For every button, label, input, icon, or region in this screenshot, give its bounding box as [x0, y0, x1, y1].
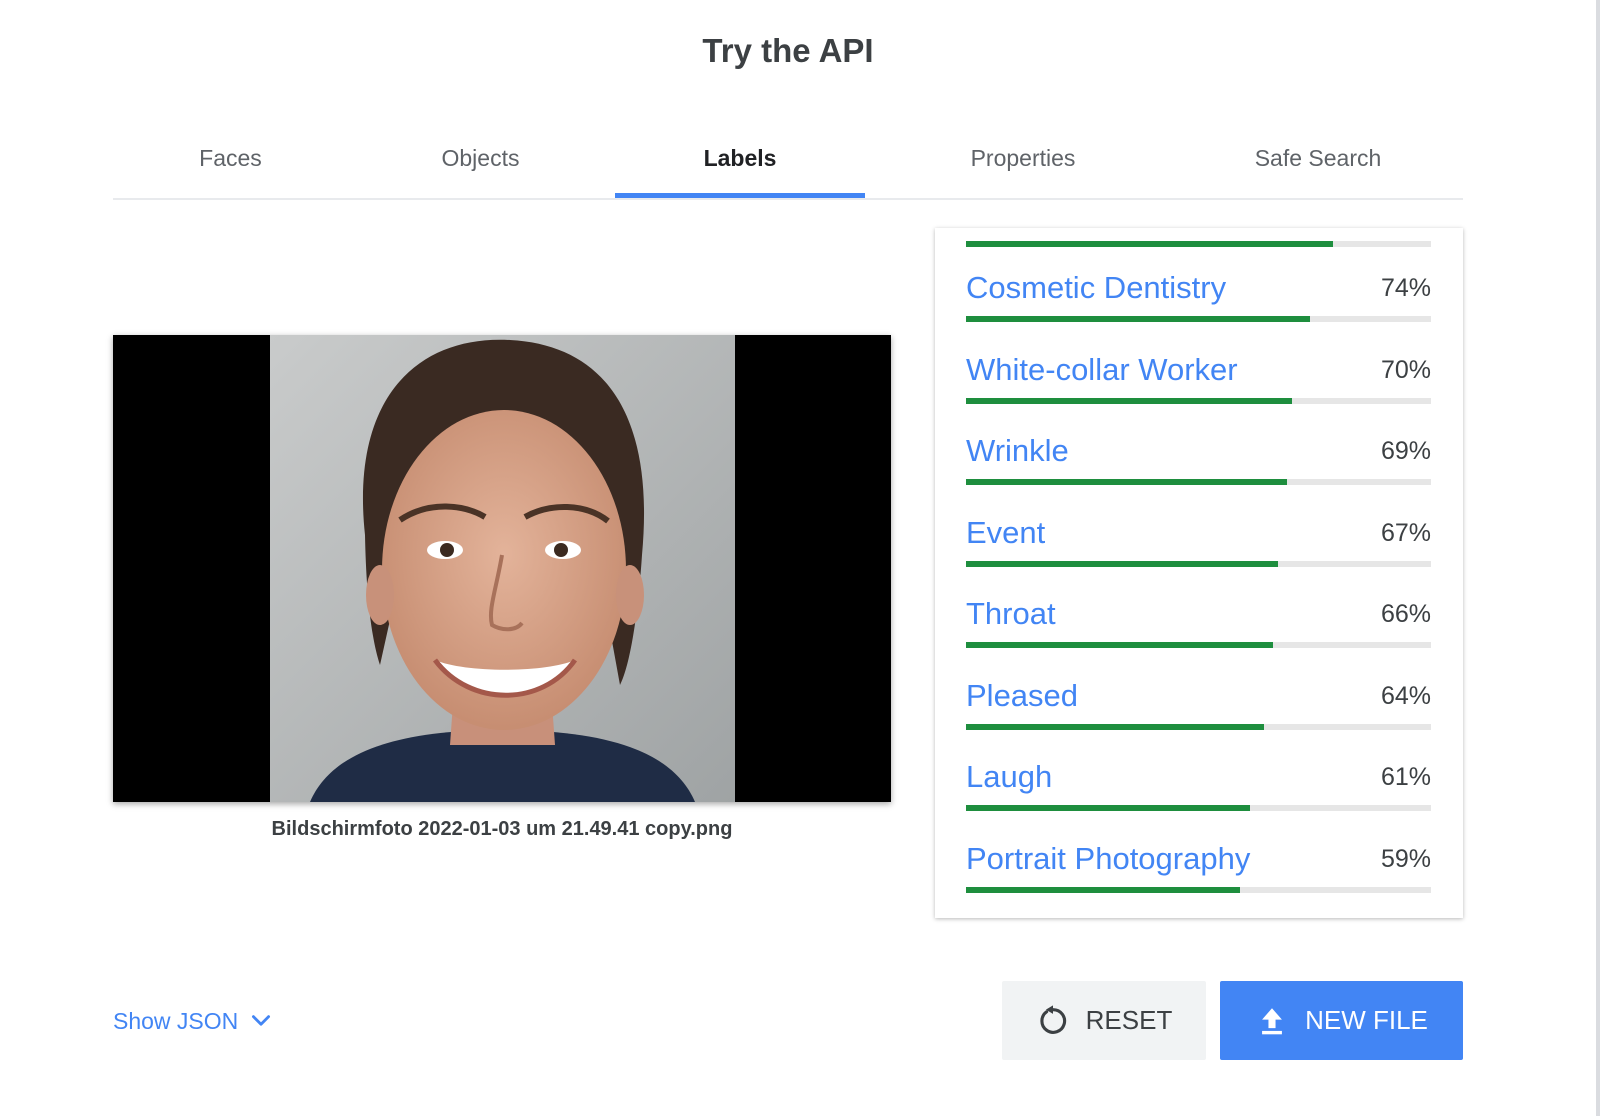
reset-icon [1040, 1004, 1066, 1034]
label-percent: 74% [1380, 274, 1431, 302]
label-name-link[interactable]: Laugh [966, 759, 1052, 795]
label-row: Laugh 61% [966, 759, 1431, 799]
label-bar-fill [966, 886, 1241, 893]
label-name-link[interactable]: Event [966, 515, 1045, 551]
tab-faces[interactable]: Faces [113, 130, 348, 198]
label-percent: 70% [1380, 355, 1431, 384]
label-name-link[interactable]: Portrait Photography [966, 841, 1250, 877]
label-bar-fill [966, 241, 1334, 247]
label-row: Throat 66% [966, 596, 1431, 636]
label-bar-fill [966, 805, 1250, 811]
label-bar-track [966, 560, 1431, 567]
label-bar-fill [966, 397, 1292, 404]
label-percent: 69% [1380, 437, 1431, 465]
label-percent: 64% [1380, 681, 1431, 710]
tab-properties[interactable]: Properties [878, 130, 1168, 198]
label-bar-fill [966, 316, 1311, 322]
label-bar-track [966, 886, 1431, 893]
label-name-link[interactable]: White-collar Worker [966, 352, 1238, 388]
label-row: Cosmetic Dentistry 74% [966, 270, 1431, 310]
label-percent: 66% [1380, 600, 1431, 628]
label-bar-fill [966, 723, 1264, 730]
label-row: Portrait Photography 59% [966, 841, 1431, 881]
page: Try the API Faces Objects Labels Propert… [0, 0, 1600, 1116]
reset-label: RESET [1085, 1005, 1173, 1035]
label-bar-track [966, 479, 1431, 485]
label-percent: 67% [1380, 518, 1431, 547]
label-bar-track [966, 241, 1431, 247]
label-bar-fill [966, 560, 1278, 567]
labels-card: Cosmetic Dentistry 74% White-collar Worker… [935, 228, 1463, 918]
tab-objects[interactable]: Objects [358, 130, 603, 198]
label-bar-fill [966, 642, 1273, 648]
upload-icon [1262, 1007, 1283, 1034]
label-bar-track [966, 316, 1431, 322]
label-bar-track [966, 805, 1431, 811]
scrollbar-edge [1596, 0, 1600, 1116]
label-bar-track [966, 723, 1431, 730]
label-name-link[interactable]: Pleased [966, 678, 1078, 714]
new-file-button[interactable]: NEW FILE [1220, 981, 1463, 1060]
label-percent: 61% [1380, 763, 1431, 791]
chevron-down-icon [252, 1015, 271, 1026]
reset-button[interactable]: RESET [1002, 981, 1206, 1060]
show-json-toggle[interactable]: Show JSON [113, 1005, 274, 1037]
active-tab-indicator [615, 193, 865, 198]
portrait-photo [270, 335, 735, 802]
page-title: Try the API [702, 32, 874, 69]
label-name-link[interactable]: Throat [966, 596, 1056, 632]
tab-bar: Faces Objects Labels Properties Safe Sea… [113, 130, 1463, 200]
uploaded-image-preview [113, 335, 891, 802]
label-row: Event 67% [966, 515, 1431, 555]
label-bar-fill [966, 479, 1287, 485]
new-file-label: NEW FILE [1305, 1005, 1428, 1035]
tab-safe-search[interactable]: Safe Search [1173, 130, 1463, 198]
label-row: Wrinkle 69% [966, 433, 1431, 473]
label-bar-track [966, 397, 1431, 404]
show-json-label: Show JSON [113, 1007, 239, 1034]
label-row: White-collar Worker 70% [966, 352, 1431, 392]
tab-labels[interactable]: Labels [615, 130, 865, 198]
image-filename: Bildschirmfoto 2022-01-03 um 21.49.41 co… [271, 818, 733, 840]
label-row: Pleased 64% [966, 678, 1431, 718]
label-name-link[interactable]: Wrinkle [966, 433, 1069, 469]
label-bar-track [966, 642, 1431, 648]
label-percent: 59% [1380, 844, 1431, 873]
label-name-link[interactable]: Cosmetic Dentistry [966, 270, 1226, 306]
